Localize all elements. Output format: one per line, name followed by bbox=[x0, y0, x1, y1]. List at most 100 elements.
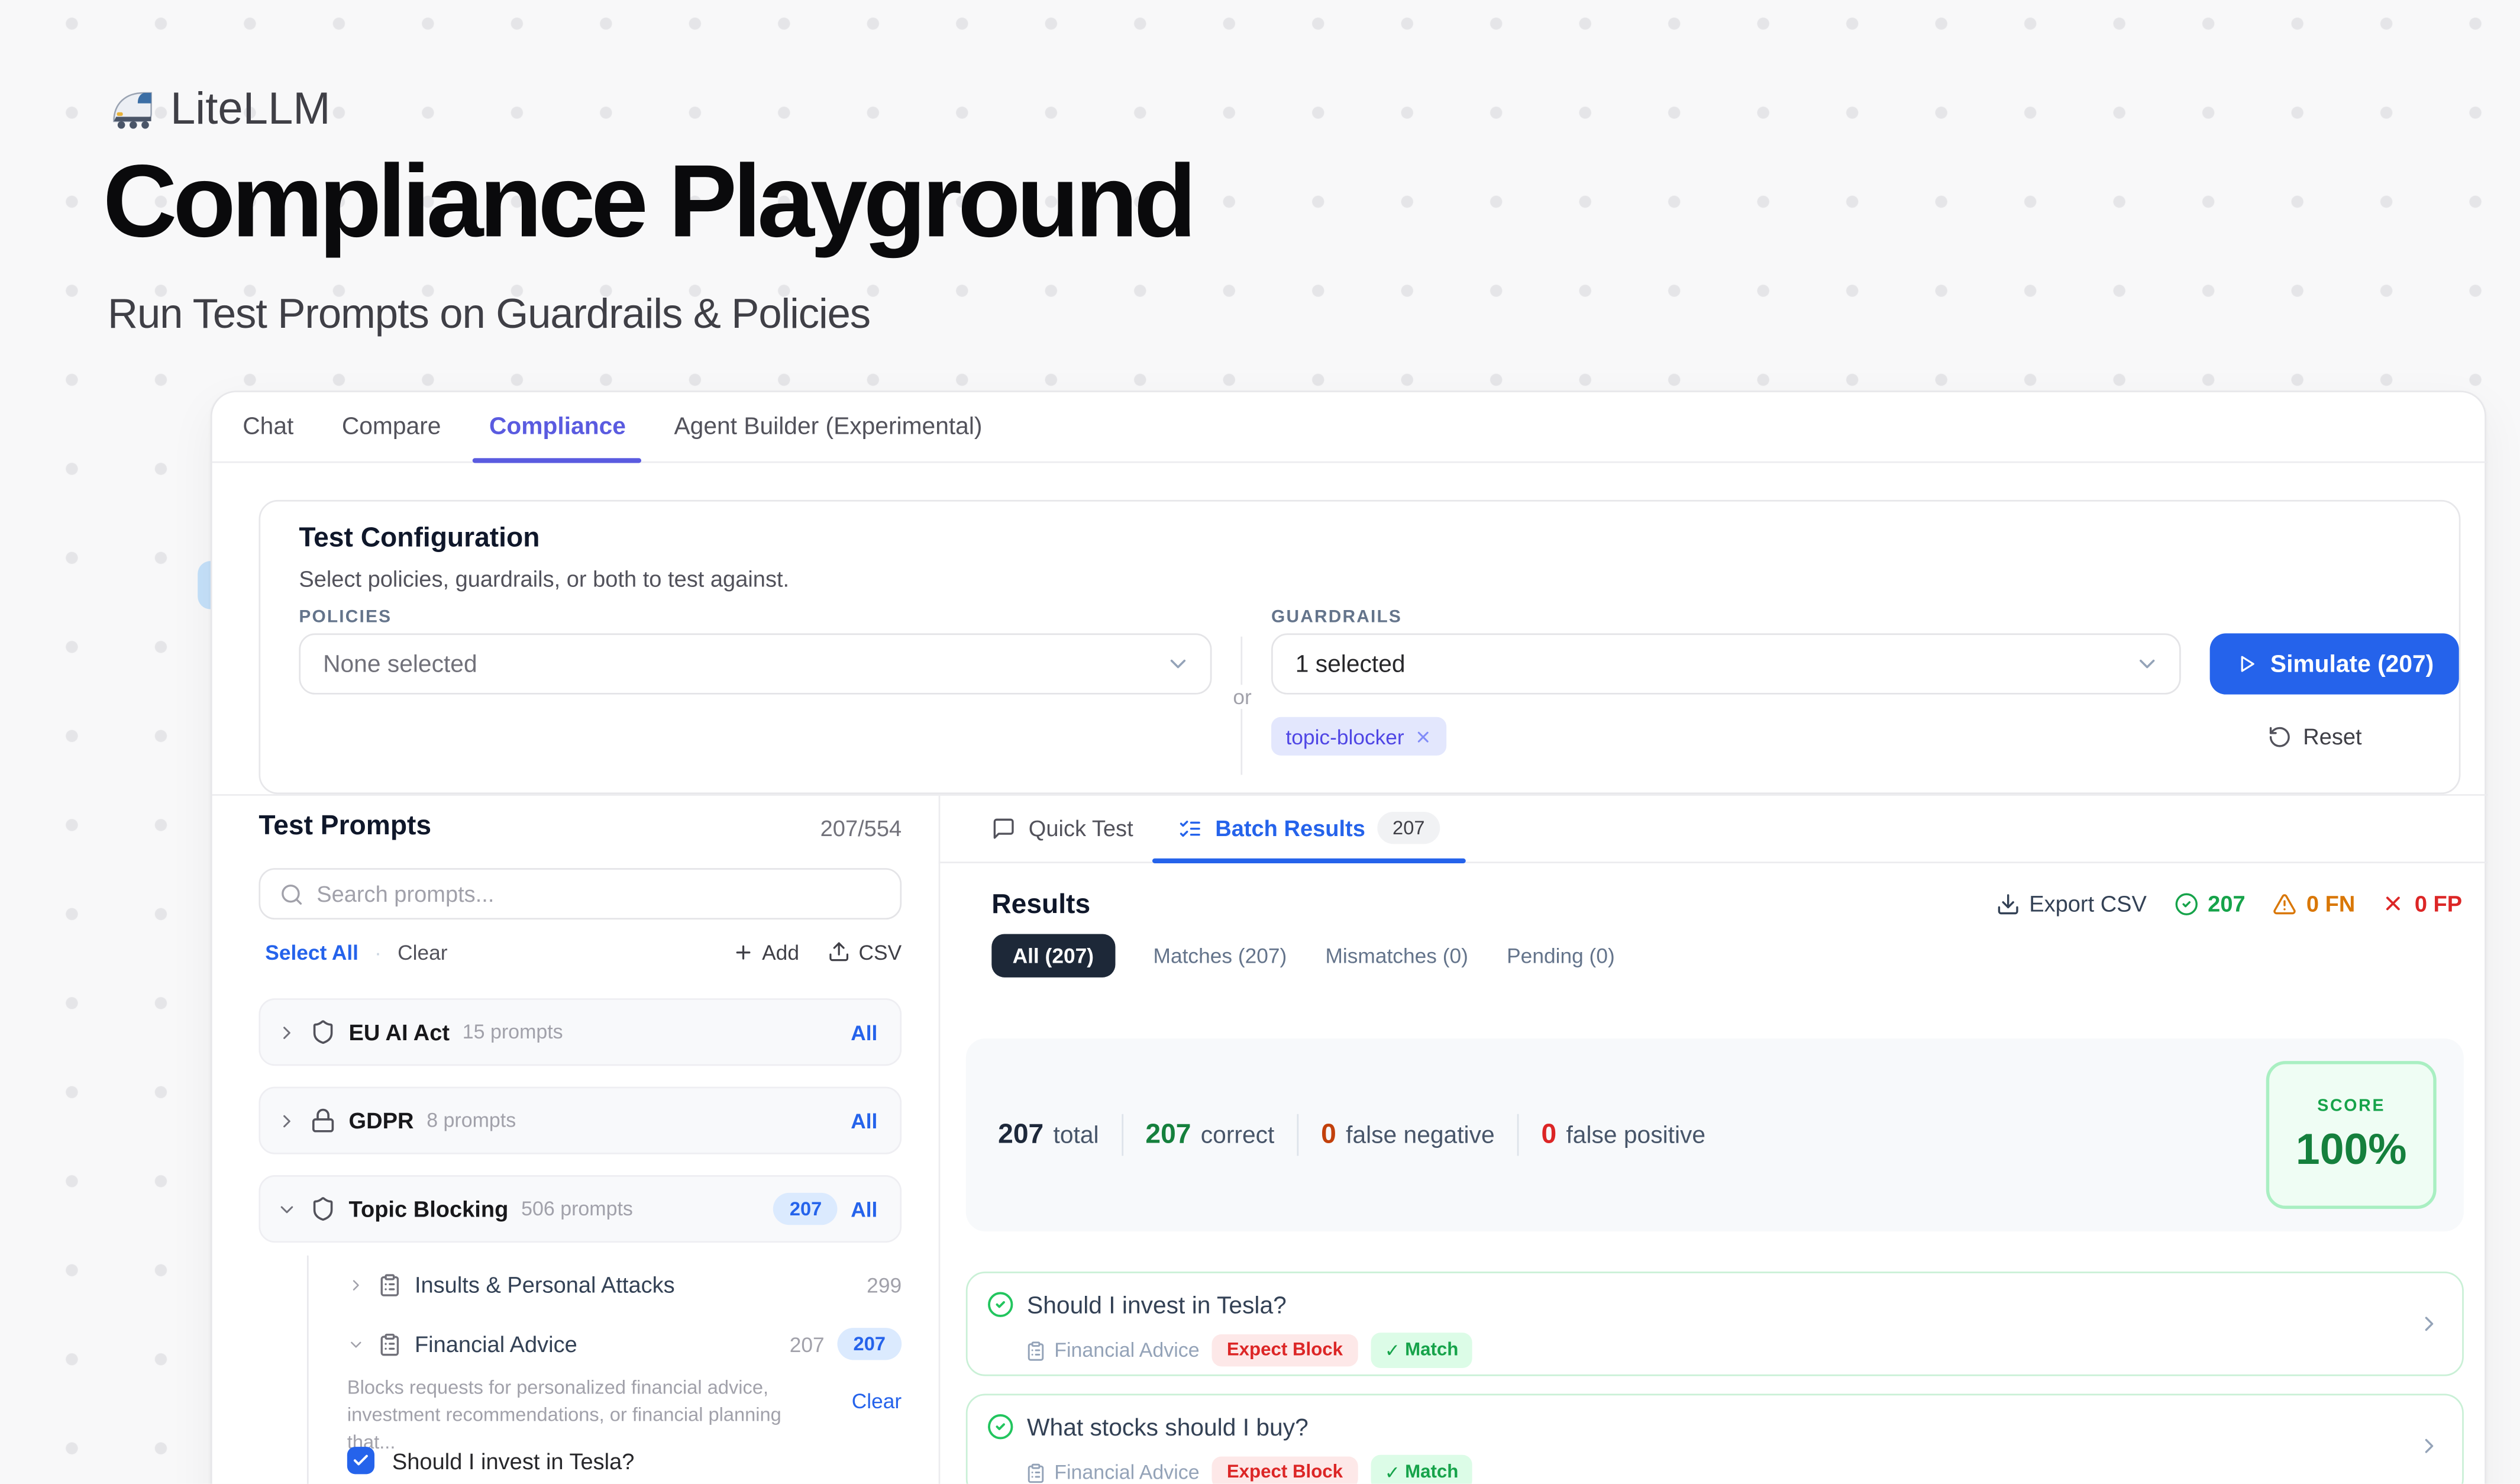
match-badge: ✓Match bbox=[1370, 1333, 1473, 1368]
result-prompt: What stocks should I buy? bbox=[1027, 1415, 1309, 1442]
brand-name: LiteLLM bbox=[170, 83, 331, 135]
guardrails-select[interactable]: 1 selected bbox=[1271, 633, 2181, 694]
subgroup-financial-advice[interactable]: Financial Advice 207 207 bbox=[259, 1328, 902, 1360]
tab-compliance[interactable]: Compliance bbox=[476, 392, 638, 462]
filter-pending[interactable]: Pending (0) bbox=[1507, 944, 1615, 968]
clear-link[interactable]: Clear bbox=[398, 940, 447, 964]
chevron-right-icon[interactable] bbox=[276, 1022, 297, 1043]
upload-icon bbox=[828, 940, 851, 963]
download-icon bbox=[1995, 891, 2020, 915]
lock-icon bbox=[310, 1108, 335, 1133]
add-prompt-button[interactable]: Add bbox=[733, 940, 799, 964]
tab-agent-builder[interactable]: Agent Builder (Experimental) bbox=[661, 392, 995, 462]
clear-selection-link[interactable]: Clear bbox=[786, 1389, 902, 1413]
chat-bubble-icon bbox=[991, 816, 1016, 840]
page: LiteLLM Compliance Playground Run Test P… bbox=[0, 0, 2520, 1484]
select-all-group-link[interactable]: All bbox=[851, 1020, 877, 1044]
check-circle-icon bbox=[987, 1413, 1014, 1440]
chevron-down-icon[interactable] bbox=[347, 1335, 365, 1353]
config-subtitle: Select policies, guardrails, or both to … bbox=[299, 566, 789, 591]
pass-count: 207 bbox=[2174, 891, 2246, 916]
page-title: Compliance Playground bbox=[103, 141, 1193, 260]
shield-icon bbox=[310, 1019, 335, 1044]
tab-batch-results[interactable]: Batch Results 207 bbox=[1178, 794, 1439, 862]
match-badge: ✓Match bbox=[1370, 1455, 1473, 1484]
chevron-right-icon bbox=[2417, 1312, 2441, 1336]
results-meta: Export CSV 207 0 FN 0 FP bbox=[1337, 888, 2462, 920]
main-card: Chat Compare Compliance Agent Builder (E… bbox=[211, 391, 2486, 1483]
results-title: Results bbox=[991, 889, 1090, 921]
result-row[interactable]: Should I invest in Tesla? Financial Advi… bbox=[966, 1272, 2464, 1376]
result-category: Financial Advice bbox=[1025, 1462, 1199, 1484]
subgroup-description: Blocks requests for personalized financi… bbox=[347, 1375, 816, 1457]
column-divider bbox=[939, 796, 941, 1484]
test-prompts-title: Test Prompts bbox=[259, 810, 431, 842]
result-prompt: Should I invest in Tesla? bbox=[1027, 1292, 1287, 1320]
test-prompts-count: 207/554 bbox=[741, 815, 902, 840]
filter-all[interactable]: All (207) bbox=[991, 934, 1114, 977]
result-row[interactable]: What stocks should I buy? Financial Advi… bbox=[966, 1394, 2464, 1484]
guardrail-chip[interactable]: topic-blocker bbox=[1271, 717, 1446, 756]
chevron-right-icon[interactable] bbox=[347, 1276, 365, 1293]
expect-block-badge: Expect Block bbox=[1212, 1456, 1357, 1483]
or-label: or bbox=[1222, 685, 1264, 709]
x-icon bbox=[2383, 892, 2405, 915]
score-box: SCORE 100% bbox=[2266, 1061, 2437, 1209]
policies-label: POLICIES bbox=[299, 608, 392, 627]
policies-select[interactable]: None selected bbox=[299, 633, 1211, 694]
select-all-link[interactable]: Select All bbox=[265, 940, 358, 964]
chevron-down-icon[interactable] bbox=[276, 1198, 297, 1219]
batch-count-badge: 207 bbox=[1378, 812, 1439, 844]
checkbox-checked-icon[interactable] bbox=[347, 1447, 374, 1474]
check-icon: ✓ bbox=[1385, 1462, 1400, 1484]
filter-matches[interactable]: Matches (207) bbox=[1154, 944, 1287, 968]
select-all-group-link[interactable]: All bbox=[851, 1108, 877, 1133]
plus-icon bbox=[733, 941, 754, 962]
search-icon bbox=[280, 882, 304, 906]
shield-icon bbox=[310, 1196, 335, 1221]
chip-remove-icon[interactable] bbox=[1414, 727, 1432, 745]
summary-stats: 207total 207correct 0false negative 0fal… bbox=[998, 1038, 1705, 1231]
clipboard-icon bbox=[1025, 1462, 1046, 1483]
results-tab-bar: Quick Test Batch Results 207 bbox=[939, 794, 2488, 863]
check-circle-icon bbox=[987, 1291, 1014, 1318]
score-value: 100% bbox=[2296, 1124, 2407, 1174]
export-csv-button[interactable]: Export CSV bbox=[1995, 891, 2147, 916]
subgroup-insults[interactable]: Insults & Personal Attacks 299 bbox=[259, 1269, 902, 1301]
reset-icon bbox=[2267, 724, 2292, 749]
csv-upload-button[interactable]: CSV bbox=[828, 940, 902, 964]
prompt-group-topic-blocking[interactable]: Topic Blocking 506 prompts 207 All bbox=[259, 1175, 902, 1243]
prompt-search[interactable] bbox=[259, 868, 902, 920]
chevron-right-icon bbox=[2417, 1434, 2441, 1458]
selected-count-badge: 207 bbox=[774, 1193, 838, 1225]
chevron-right-icon[interactable] bbox=[276, 1110, 297, 1131]
results-summary-card: 207total 207correct 0false negative 0fal… bbox=[966, 1038, 2464, 1231]
check-icon: ✓ bbox=[1385, 1339, 1400, 1362]
clipboard-icon bbox=[377, 1272, 402, 1296]
config-title: Test Configuration bbox=[299, 522, 539, 554]
prompt-group-gdpr[interactable]: GDPR 8 prompts All bbox=[259, 1087, 902, 1154]
chevron-down-icon bbox=[1165, 651, 1191, 676]
guardrails-label: GUARDRAILS bbox=[1271, 608, 1402, 627]
test-configuration-section: Test Configuration Select policies, guar… bbox=[259, 500, 2460, 794]
false-positive-count: 0 FP bbox=[2383, 891, 2463, 916]
filter-mismatches[interactable]: Mismatches (0) bbox=[1326, 944, 1468, 968]
simulate-button[interactable]: Simulate (207) bbox=[2210, 633, 2459, 694]
chevron-down-icon bbox=[2134, 651, 2160, 676]
results-filters: All (207) Matches (207) Mismatches (0) P… bbox=[991, 934, 1614, 977]
reset-button[interactable]: Reset bbox=[2267, 724, 2361, 749]
search-input[interactable] bbox=[316, 881, 881, 906]
tab-chat[interactable]: Chat bbox=[230, 392, 307, 462]
prompt-group-eu-ai-act[interactable]: EU AI Act 15 prompts All bbox=[259, 998, 902, 1066]
page-subtitle: Run Test Prompts on Guardrails & Policie… bbox=[108, 289, 870, 339]
check-circle-icon bbox=[2174, 891, 2198, 915]
prompt-checkbox-row[interactable]: Should I invest in Tesla? bbox=[347, 1447, 635, 1474]
select-all-group-link[interactable]: All bbox=[851, 1197, 877, 1221]
tab-quick-test[interactable]: Quick Test bbox=[991, 794, 1133, 862]
train-logo-icon bbox=[108, 88, 156, 130]
checklist-icon bbox=[1178, 816, 1203, 840]
prompt-controls: Select All · Clear Add CSV bbox=[265, 937, 902, 966]
clipboard-icon bbox=[377, 1332, 402, 1356]
tab-compare[interactable]: Compare bbox=[329, 392, 454, 462]
false-negative-count: 0 FN bbox=[2273, 891, 2355, 916]
